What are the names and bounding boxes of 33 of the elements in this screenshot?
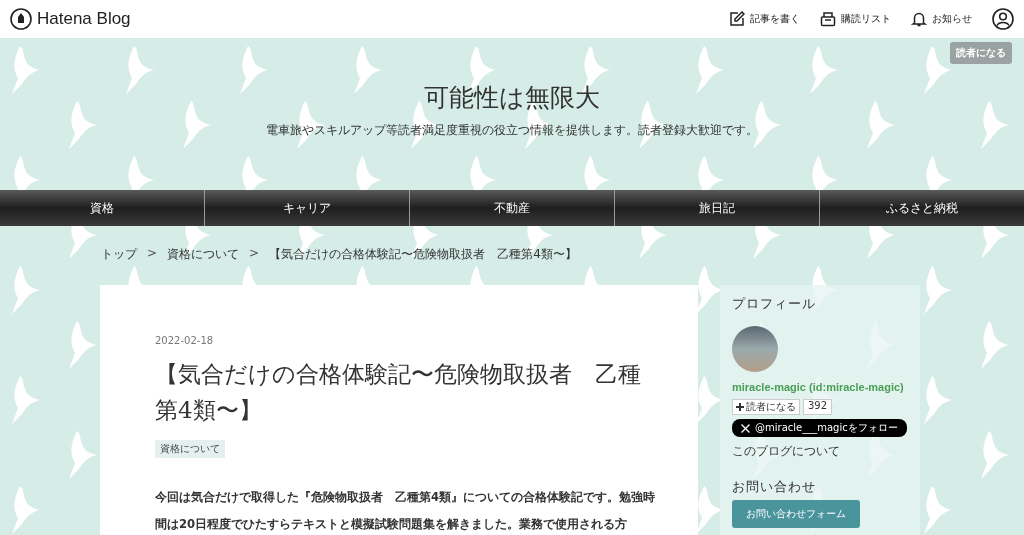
header-link[interactable]: 記事を書く [729,11,800,27]
breadcrumb-separator: > [146,246,159,262]
follow-button[interactable]: @miracle___magicをフォロー [732,419,907,437]
bell-icon [911,11,927,27]
article-title[interactable]: 【気合だけの合格体験記〜危険物取扱者 乙種第4類〜】 [155,356,658,428]
contact-heading: お問い合わせ [732,478,816,496]
breadcrumb-link[interactable]: トップ [101,246,137,264]
reader-button[interactable]: 読者になる [732,399,800,415]
nav-item[interactable]: 資格 [0,190,204,226]
hatena-blog-logo[interactable]: Hatena Blog [10,8,131,30]
nav-item[interactable]: ふるさと納税 [819,190,1024,226]
blog-title[interactable]: 可能性は無限大 [424,38,600,114]
header-link[interactable]: お知らせ [911,11,972,27]
breadcrumb-separator: > [248,246,261,262]
nav-item[interactable]: 不動産 [409,190,614,226]
breadcrumb-link[interactable]: 資格について [167,246,240,264]
inbox-icon [820,11,836,27]
user-account-icon[interactable] [992,8,1014,30]
plus-icon [736,403,744,411]
reader-count: 392 [803,399,833,415]
breadcrumb-link[interactable]: 【気合だけの合格体験記〜危険物取扱者 乙種第4類〜】 [269,246,577,264]
profile-heading: プロフィール [732,295,816,313]
article-body: 今回は気合だけで取得した『危険物取扱者 乙種第4類』についての合格体験記です。勉強時間は20日程度でひたすらテキストと模擬試験問題集を解きました。業務で使用される方 [155,489,657,533]
about-blog-link[interactable]: このブログについて [732,443,840,460]
nav-item[interactable]: 旅日記 [614,190,819,226]
category-tag[interactable]: 資格について [155,440,225,458]
avatar-photo-placeholder[interactable] [732,326,778,372]
blog-description: 電車旅やスキルアップ等読者満足度重視の役立つ情報を提供します。読者登録大歓迎です。 [265,122,759,139]
header-link[interactable]: 購読リスト [820,11,891,27]
x-logo-icon [741,423,750,433]
article-date: 2022-02-18 [155,335,215,346]
nav-item[interactable]: キャリア [204,190,409,226]
pencil-square-icon [729,11,745,27]
